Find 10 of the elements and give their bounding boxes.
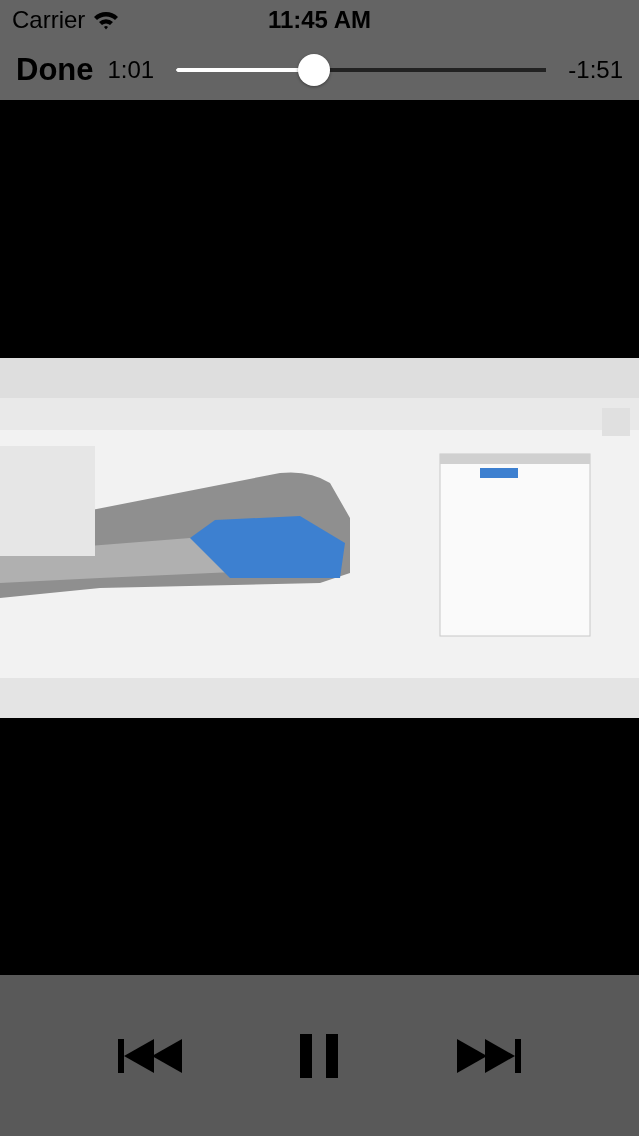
next-button[interactable] xyxy=(454,1038,521,1073)
done-button[interactable]: Done xyxy=(16,52,94,88)
remaining-time: -1:51 xyxy=(568,56,623,84)
carrier-name: Carrier xyxy=(12,6,86,34)
pause-button[interactable] xyxy=(300,1033,339,1078)
previous-button[interactable] xyxy=(118,1038,185,1073)
slider-thumb[interactable] xyxy=(297,54,330,86)
elapsed-time: 1:01 xyxy=(107,56,155,84)
wifi-icon xyxy=(93,10,120,30)
status-time: 11:45 AM xyxy=(267,6,372,34)
